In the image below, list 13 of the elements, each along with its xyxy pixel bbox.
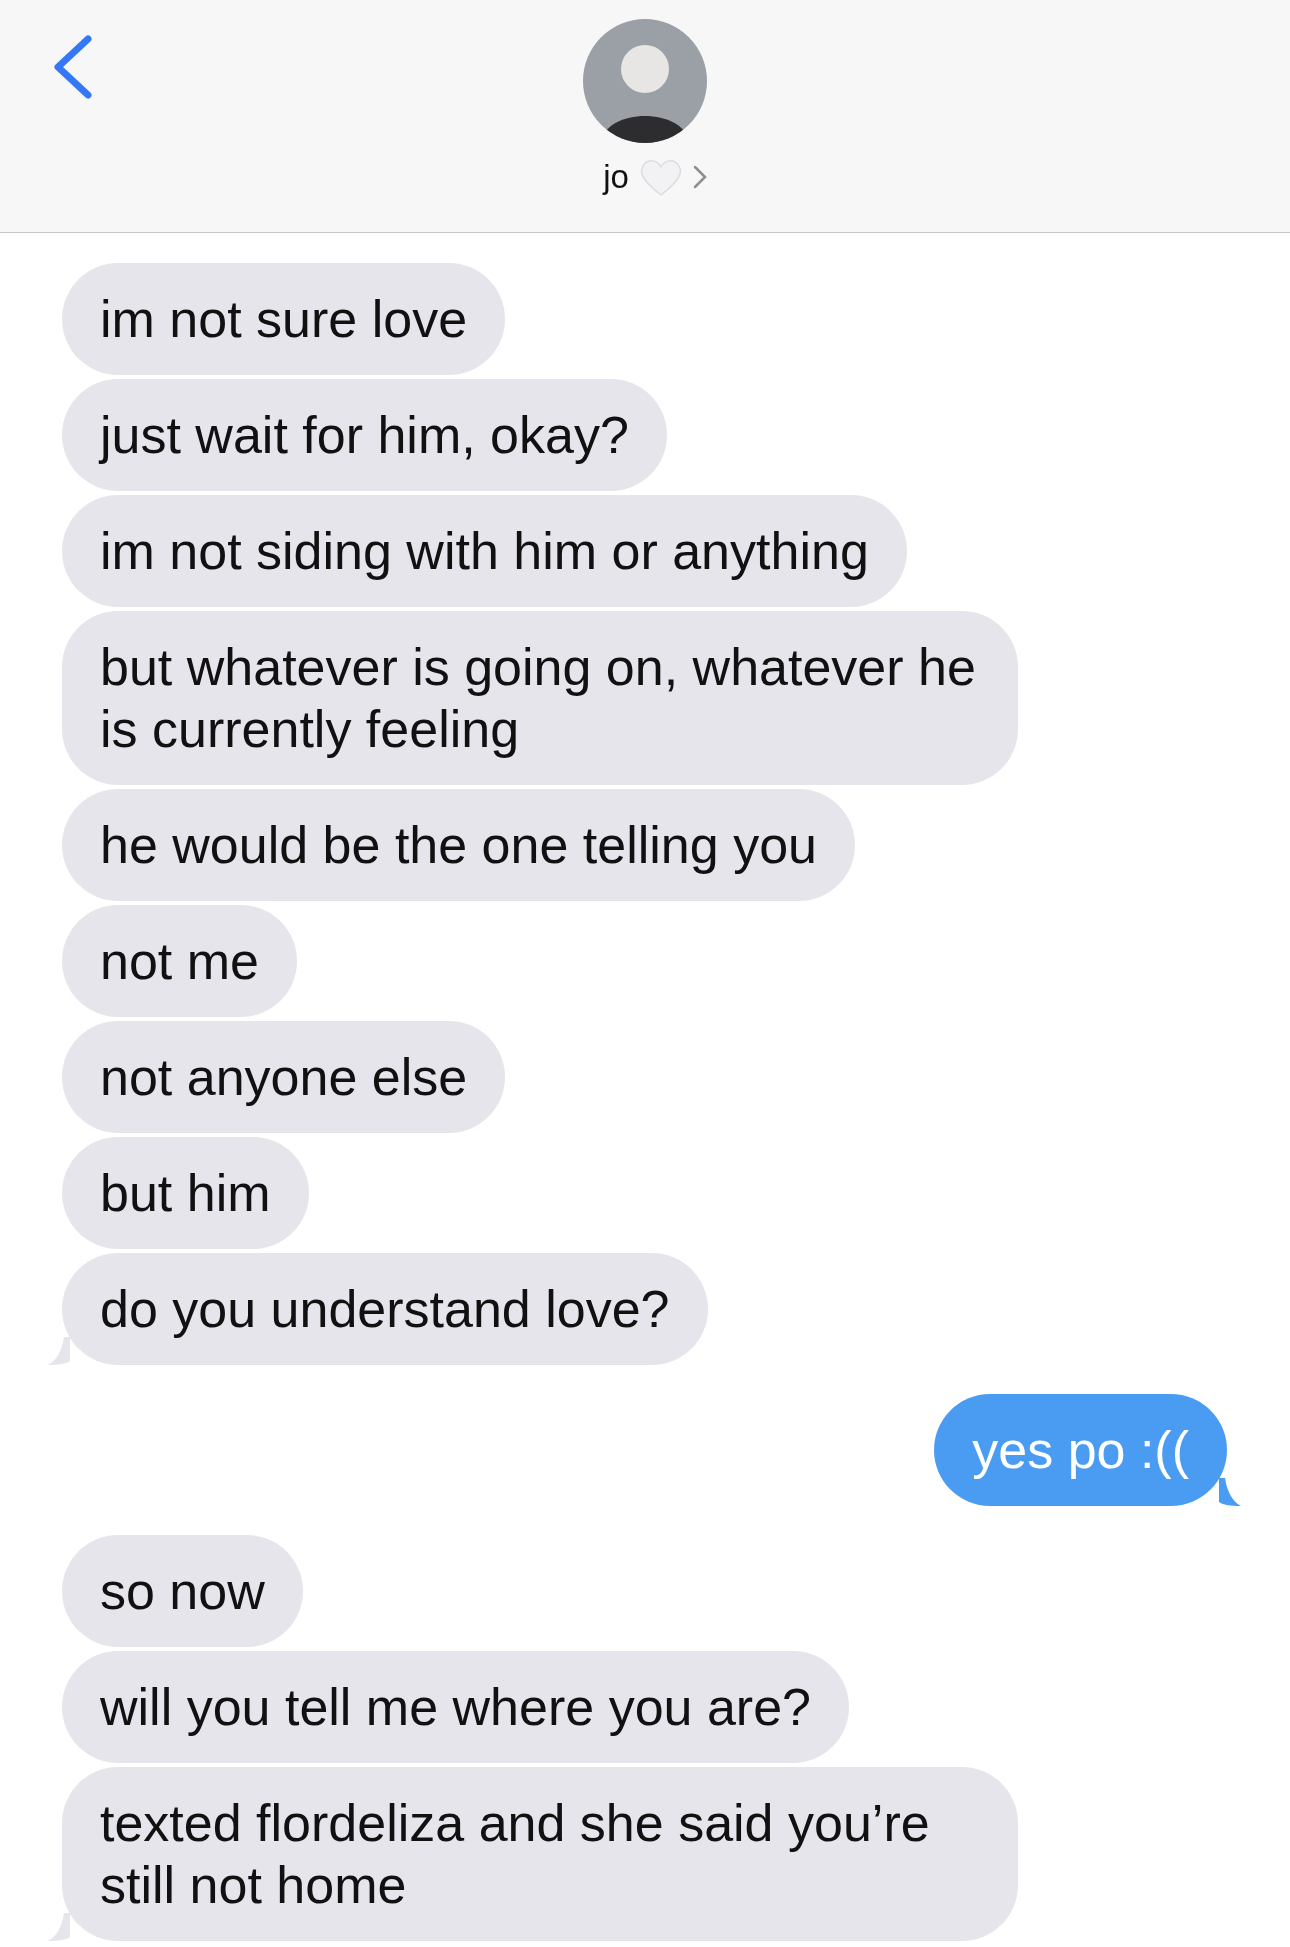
message-bubble: so now [62,1535,303,1647]
message-bubble: im not sure love [62,263,506,375]
message-bubble: not anyone else [62,1021,506,1133]
message-bubble: he would be the one telling you [62,789,855,901]
message-bubble: just wait for him, okay? [62,379,667,491]
message-bubble: but him [62,1137,309,1249]
contact-name[interactable]: jo [603,158,629,196]
message-bubble: but whatever is going on, whatever he is currently feeling [62,611,1018,785]
message-bubble: im not siding with him or anything [62,495,907,607]
chevron-icon[interactable] [692,165,707,189]
heart-icon [638,157,683,197]
message-bubble: not me [62,905,297,1017]
message-bubble: will you tell me where you are? [62,1651,849,1763]
